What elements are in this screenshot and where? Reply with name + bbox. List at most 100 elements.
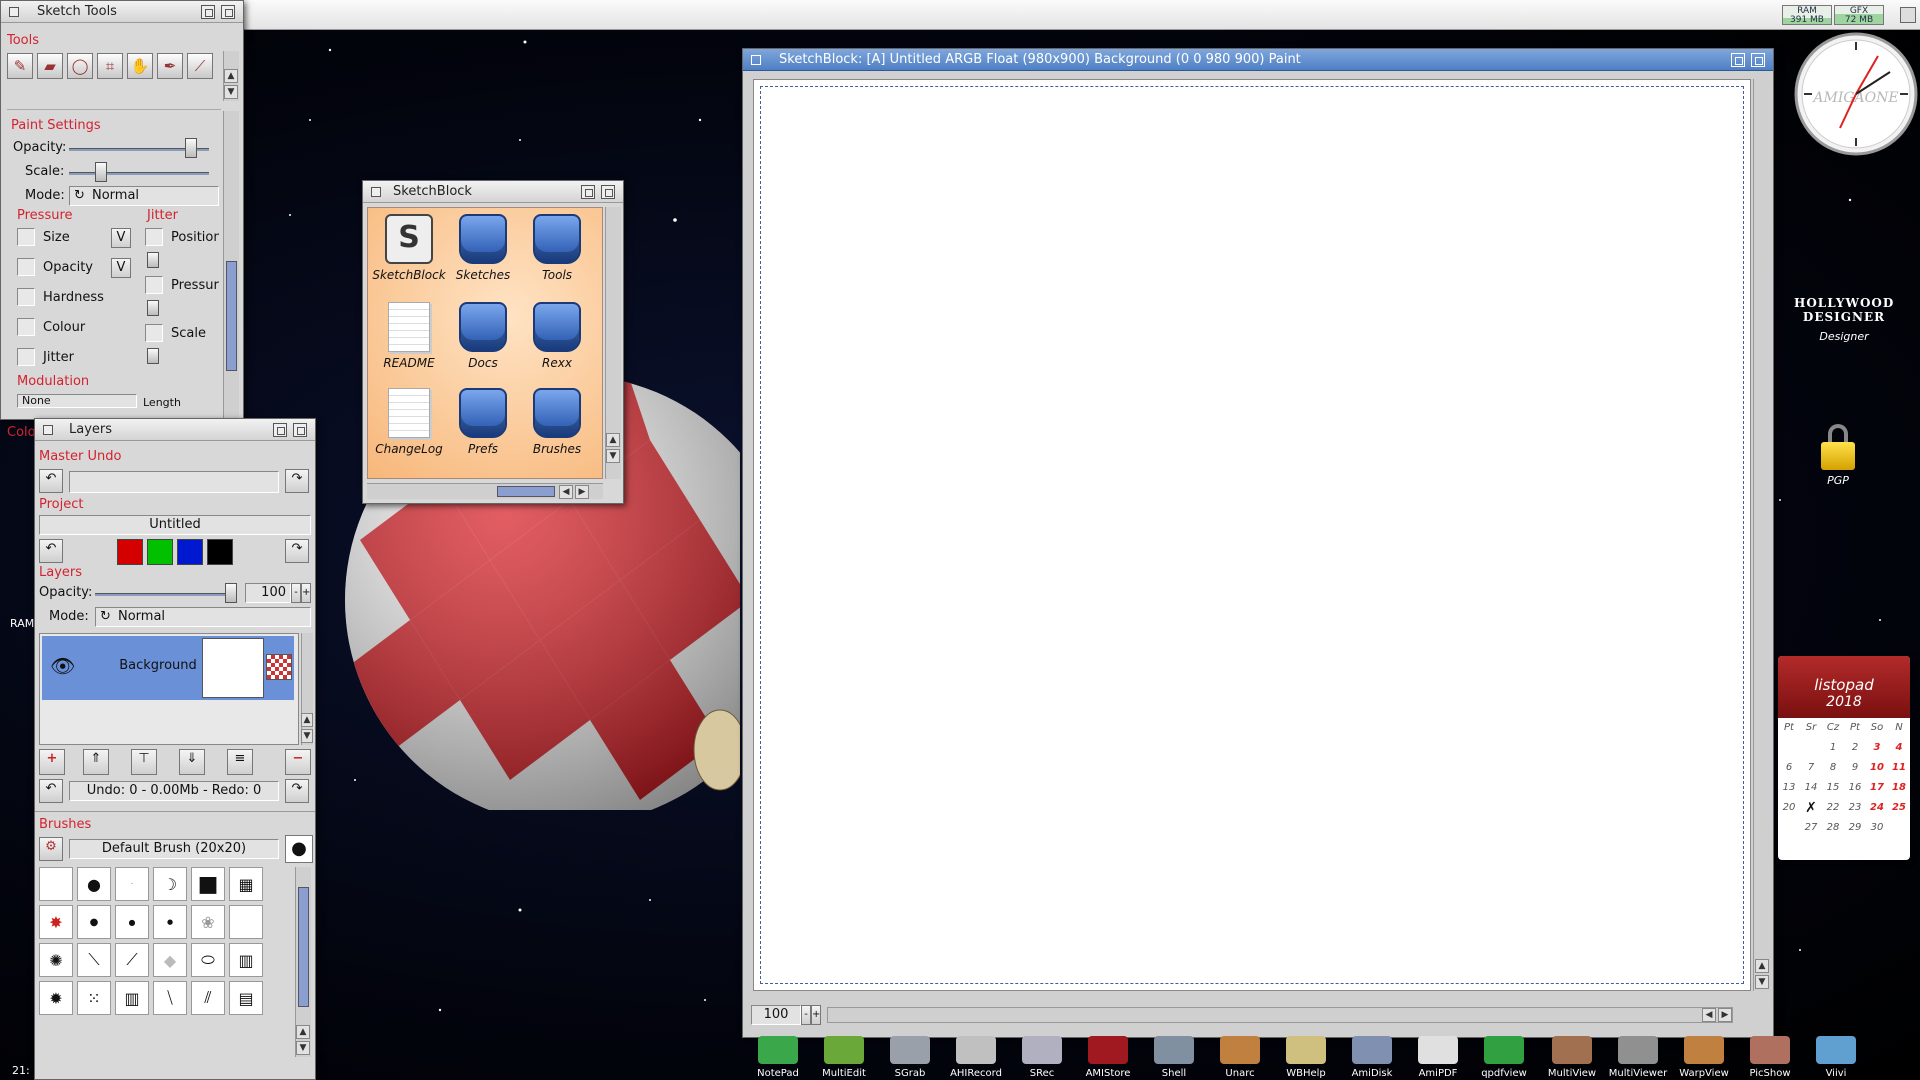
layer-list[interactable]: 👁 Background (39, 633, 299, 745)
brush-cell[interactable]: ● (77, 867, 111, 901)
pen-tool-icon[interactable]: ✒ (157, 53, 183, 79)
brush-grid-scrollbar[interactable]: ▲ ▼ (295, 867, 311, 1057)
calendar-day[interactable]: 14 (1800, 778, 1822, 798)
hand-tool-icon[interactable]: ✋ (127, 53, 153, 79)
calendar-day[interactable]: 16 (1844, 778, 1866, 798)
readme-document-icon[interactable]: README (372, 302, 446, 370)
project-color-swatch[interactable] (117, 539, 143, 565)
calendar-day[interactable]: 17 (1866, 778, 1888, 798)
dock-item-sgrab[interactable]: SGrab (878, 1034, 942, 1079)
dock-item-warpview[interactable]: WarpView (1672, 1034, 1736, 1079)
opacity-decrement-button[interactable]: - (291, 583, 301, 603)
close-gadget[interactable] (9, 7, 19, 17)
eye-visibility-icon[interactable]: 👁 (50, 654, 75, 678)
dock-item-viivi[interactable]: Viivi (1804, 1034, 1868, 1079)
jitter-position-checkbox[interactable] (145, 228, 163, 246)
calendar-day[interactable]: 8 (1822, 758, 1844, 778)
close-gadget[interactable] (751, 55, 761, 65)
calendar-day[interactable]: 4 (1888, 738, 1910, 758)
calendar-day[interactable]: 9 (1844, 758, 1866, 778)
brush-cell[interactable]: ⁙ (77, 981, 111, 1015)
scroll-up-arrow-icon[interactable]: ▲ (301, 713, 313, 727)
add-layer-icon[interactable]: + (39, 749, 65, 775)
calendar-day[interactable]: 15 (1822, 778, 1844, 798)
dock-item-qpdfview[interactable]: qpdfview (1472, 1034, 1536, 1079)
project-color-swatch[interactable] (147, 539, 173, 565)
drawer-horizontal-scrollbar[interactable]: ◀ ▶ (367, 483, 603, 499)
brush-tool-icon[interactable]: ✎ (7, 53, 33, 79)
tools-scrollbar[interactable]: ▲ ▼ (223, 51, 239, 101)
dock-item-picshow[interactable]: PicShow (1738, 1034, 1802, 1079)
project-color-swatch[interactable] (177, 539, 203, 565)
zoom-in-button[interactable]: + (811, 1005, 821, 1025)
layer-down-icon[interactable]: ⇓ (179, 749, 205, 775)
lasso-tool-icon[interactable]: ◯ (67, 53, 93, 79)
scroll-down-arrow-icon[interactable]: ▼ (606, 449, 620, 463)
dock-item-srec[interactable]: SRec (1010, 1034, 1074, 1079)
calendar-day[interactable] (1800, 738, 1822, 758)
brush-cell[interactable]: ❀ (191, 905, 225, 939)
pressure-hardness-checkbox[interactable] (17, 288, 35, 306)
project-name-field[interactable]: Untitled (39, 515, 311, 535)
prefs-drawer-icon[interactable]: Prefs (446, 388, 520, 456)
calendar-day[interactable]: 6 (1778, 758, 1800, 778)
transform-tool-icon[interactable]: ⌗ (97, 53, 123, 79)
layer-properties-icon[interactable]: ≡ (227, 749, 253, 775)
scroll-right-arrow-icon[interactable]: ▶ (575, 485, 589, 499)
opacity-pressure-curve-button[interactable]: V (111, 258, 131, 278)
layer-up-icon[interactable]: ⇑ (83, 749, 109, 775)
paint-canvas[interactable] (753, 79, 1751, 991)
pressure-size-checkbox[interactable] (17, 228, 35, 246)
brush-cell[interactable]: ⟍ (77, 943, 111, 977)
brush-cell[interactable]: ▥ (229, 943, 263, 977)
calendar-day[interactable]: 18 (1888, 778, 1910, 798)
brush-cell[interactable] (39, 867, 73, 901)
scroll-up-arrow-icon[interactable]: ▲ (606, 433, 620, 447)
zoom-gadget[interactable] (1731, 53, 1745, 67)
pressure-opacity-checkbox[interactable] (17, 258, 35, 276)
scroll-right-arrow-icon[interactable]: ▶ (1718, 1008, 1732, 1022)
canvas-vertical-scrollbar[interactable]: ▲ ▼ (1753, 79, 1771, 991)
brush-cell[interactable]: ● (115, 905, 149, 939)
scroll-down-arrow-icon[interactable]: ▼ (296, 1041, 310, 1055)
modulation-select[interactable]: None (17, 394, 137, 408)
layer-opacity-slider-knob[interactable] (225, 583, 237, 603)
layer-redo-arrow-icon[interactable]: ↷ (285, 779, 309, 803)
dock-item-notepad[interactable]: NotePad (746, 1034, 810, 1079)
brush-cell[interactable]: ■ (191, 867, 225, 901)
brush-cell[interactable]: ▦ (229, 867, 263, 901)
jitter-scale-slider[interactable] (147, 348, 159, 364)
brush-cell[interactable]: ▥ (115, 981, 149, 1015)
calendar-day[interactable]: 29 (1844, 818, 1866, 838)
rexx-drawer-icon[interactable]: Rexx (520, 302, 594, 370)
brush-cell[interactable]: ✹ (39, 981, 73, 1015)
calendar-day[interactable]: 1 (1822, 738, 1844, 758)
calendar-day[interactable]: 28 (1822, 818, 1844, 838)
brush-cell[interactable]: ● (77, 905, 111, 939)
changelog-document-icon[interactable]: ChangeLog (372, 388, 446, 456)
tools-drawer-icon[interactable]: Tools (520, 214, 594, 282)
close-gadget[interactable] (43, 425, 53, 435)
close-gadget[interactable] (371, 187, 381, 197)
layer-opacity-value[interactable]: 100 (245, 583, 291, 603)
paint-settings-scrollbar[interactable] (223, 111, 239, 421)
redo-arrow-icon[interactable]: ↷ (285, 469, 309, 493)
brush-cell[interactable] (229, 905, 263, 939)
project-redo-arrow-icon[interactable]: ↷ (285, 539, 309, 563)
jitter-position-slider[interactable] (147, 252, 159, 268)
dock-item-amidisk[interactable]: AmiDisk (1340, 1034, 1404, 1079)
zoom-value-field[interactable]: 100 (751, 1005, 801, 1025)
zoom-gadget[interactable] (201, 5, 215, 19)
depth-gadget[interactable] (293, 423, 307, 437)
brush-cell[interactable]: ✸ (39, 905, 73, 939)
scale-slider-track[interactable] (69, 172, 209, 175)
brush-cell[interactable]: · (115, 867, 149, 901)
undo-arrow-icon[interactable]: ↶ (39, 469, 63, 493)
sketches-drawer-icon[interactable]: Sketches (446, 214, 520, 282)
brush-cell[interactable]: ● (153, 905, 187, 939)
brush-cell[interactable]: ☽ (153, 867, 187, 901)
scale-slider-knob[interactable] (95, 162, 107, 182)
calendar-day[interactable] (1778, 738, 1800, 758)
dock-item-shell[interactable]: Shell (1142, 1034, 1206, 1079)
calendar-day[interactable]: 10 (1866, 758, 1888, 778)
